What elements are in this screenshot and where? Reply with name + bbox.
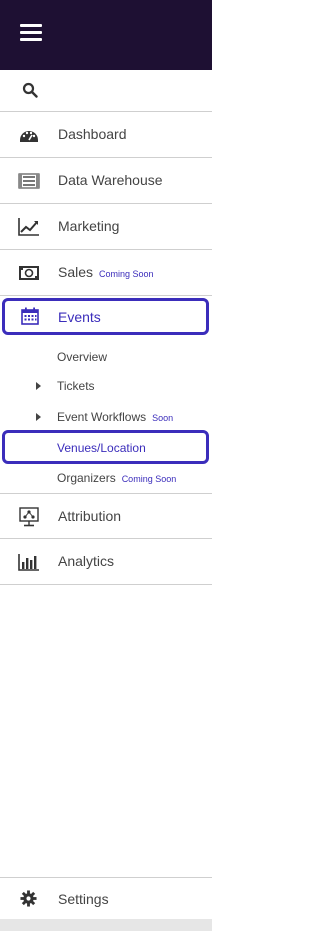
- caret-right-icon[interactable]: [36, 382, 41, 390]
- attribution-network-icon: [19, 507, 39, 527]
- trend-line-chart-icon: [18, 218, 39, 236]
- dashboard-gauge-icon: [20, 131, 38, 142]
- sidebar-item-settings[interactable]: Settings: [0, 877, 212, 919]
- submenu-item-tickets[interactable]: Tickets: [57, 379, 95, 393]
- submenu-item-overview[interactable]: Overview: [57, 350, 107, 364]
- soon-badge: Soon: [152, 413, 174, 423]
- server-icon: [18, 173, 40, 189]
- sidebar-item-dashboard[interactable]: Dashboard: [0, 112, 212, 158]
- sidebar-item-label: Data Warehouse: [58, 172, 163, 188]
- hamburger-menu-icon[interactable]: [20, 24, 42, 42]
- coming-soon-badge: Coming Soon: [121, 474, 177, 484]
- submenu-item-organizers[interactable]: Organizers Coming Soon: [57, 471, 176, 485]
- coming-soon-badge: Coming Soon: [99, 269, 154, 279]
- bar-chart-icon: [18, 554, 39, 571]
- sidebar-item-events[interactable]: Events: [2, 298, 209, 335]
- submenu-item-venues-location[interactable]: Venues/Location: [2, 430, 209, 464]
- sidebar-item-label: Attribution: [58, 508, 122, 524]
- sidebar-item-label: Dashboard: [58, 126, 127, 142]
- sidebar-item-label: Analytics: [58, 553, 115, 569]
- search-icon[interactable]: [22, 82, 38, 98]
- search-row[interactable]: [0, 70, 212, 112]
- top-bar: [0, 0, 212, 70]
- sidebar-item-data-warehouse[interactable]: Data Warehouse: [0, 158, 212, 204]
- sidebar-item-sales[interactable]: Sales Coming Soon: [0, 250, 212, 296]
- sidebar-item-label: Events: [58, 309, 101, 325]
- gear-icon: [20, 890, 37, 907]
- calendar-icon: [21, 307, 39, 325]
- sidebar-item-marketing[interactable]: Marketing: [0, 204, 212, 250]
- sidebar-item-analytics[interactable]: Analytics: [0, 539, 212, 585]
- sidebar-item-label: Sales Coming Soon: [58, 264, 154, 280]
- sidebar-item-label: Marketing: [58, 218, 120, 234]
- sidebar-item-attribution[interactable]: Attribution: [0, 493, 212, 539]
- bottom-bar: [0, 919, 212, 931]
- sidebar-item-label: Settings: [58, 891, 109, 907]
- submenu-item-event-workflows[interactable]: Event Workflows Soon: [57, 410, 173, 424]
- submenu-item-label: Venues/Location: [57, 441, 146, 455]
- cash-icon: [19, 266, 39, 280]
- caret-right-icon[interactable]: [36, 413, 41, 421]
